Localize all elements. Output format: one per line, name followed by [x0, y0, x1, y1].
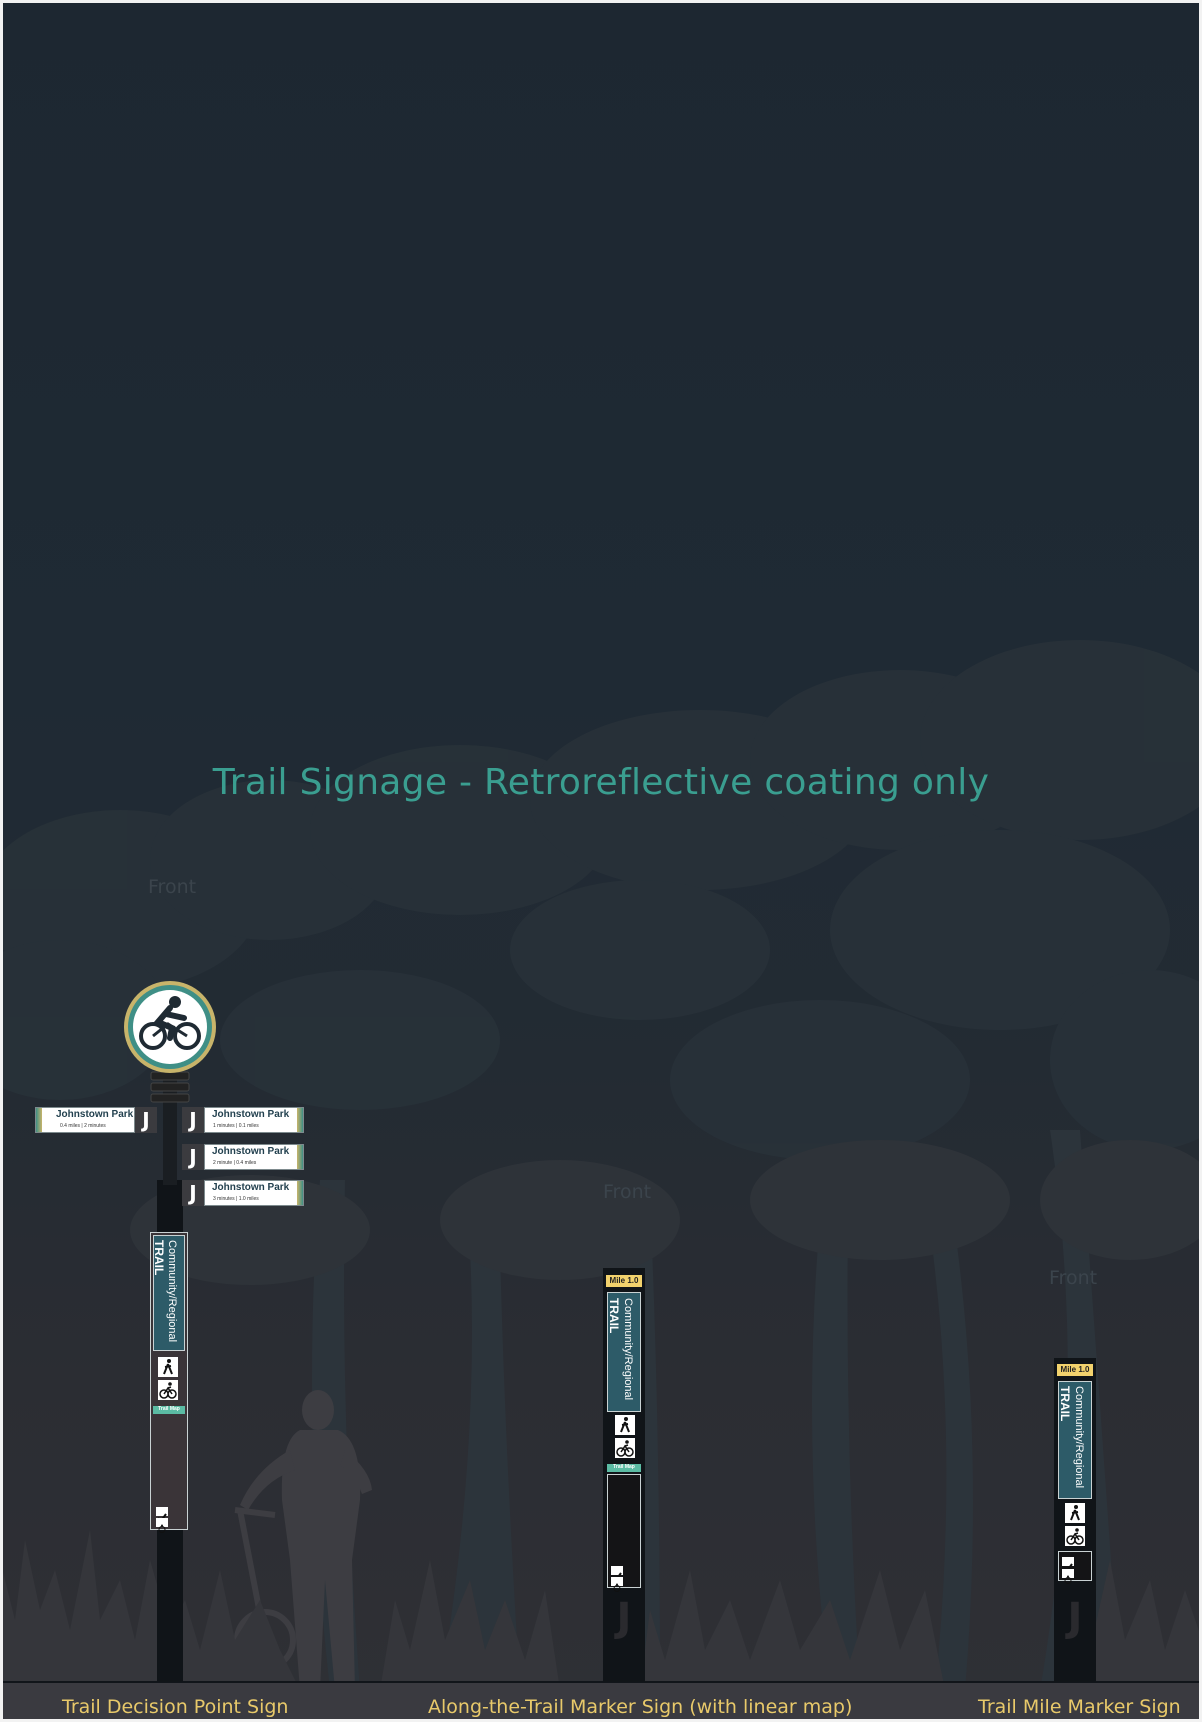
trail-map-label: Trail Map: [153, 1406, 185, 1414]
check-icon: [611, 1566, 623, 1582]
trail-name-panel: Community/Regional TRAIL: [152, 1235, 185, 1351]
blade-distance-time: 1 minutes | 0.1 miles: [213, 1123, 259, 1129]
linear-map-panel: [607, 1474, 641, 1592]
bicycle-icon: [1065, 1526, 1085, 1546]
caption-decision-point: Trail Decision Point Sign: [62, 1696, 289, 1718]
blade-distance-time: 0.4 miles | 2 minutes: [60, 1123, 106, 1129]
pedestrian-icon: [158, 1357, 178, 1377]
signage-board: Trail Signage - Retroreflective coating …: [0, 0, 1202, 1722]
blade-distance-time: 3 minutes | 1.0 miles: [213, 1196, 259, 1202]
wheelchair-icon: [611, 1577, 623, 1592]
blade-destination: Johnstown Park: [212, 1109, 290, 1120]
blade-letter: J: [182, 1107, 204, 1133]
trail-name-panel: Community/Regional TRAIL: [1058, 1381, 1092, 1499]
pedestrian-icon: [615, 1415, 635, 1435]
direction-blade: Johnstown Park 3 minutes | 1.0 miles: [204, 1180, 304, 1206]
direction-blade: Johnstown Park 1 minutes | 0.1 miles: [204, 1107, 304, 1133]
mile-tag: Mile 1.0: [606, 1275, 642, 1287]
decision-panel: Community/Regional TRAIL Trail Map: [150, 1232, 188, 1533]
trail-map-label: Trail Map: [607, 1464, 641, 1472]
blade-destination: Johnstown Park: [212, 1146, 290, 1157]
trail-name-panel: Community/Regional TRAIL: [607, 1292, 641, 1412]
blade-letter: J: [182, 1144, 204, 1170]
blade-destination: Johnstown Park: [56, 1109, 134, 1120]
check-icon: [156, 1507, 168, 1523]
direction-blade: Johnstown Park 2 minute | 0.4 miles: [204, 1144, 304, 1170]
post-letter: J: [1067, 1595, 1083, 1641]
direction-blade: Johnstown Park 0.4 miles | 2 minutes: [35, 1107, 135, 1133]
panel-line1: Community/Regional: [1073, 1386, 1085, 1489]
panel-line2: TRAIL: [152, 1240, 166, 1276]
bicycle-icon: [615, 1438, 635, 1458]
blade-distance-time: 2 minute | 0.4 miles: [213, 1160, 257, 1166]
caption-mile-marker: Trail Mile Marker Sign: [978, 1696, 1181, 1718]
panel-line1: Community/Regional: [622, 1298, 634, 1401]
bicycle-rider-icon: [124, 981, 216, 1073]
panel-line1: Community/Regional: [166, 1240, 178, 1343]
panel-line2: TRAIL: [607, 1298, 621, 1334]
wheelchair-icon: [156, 1518, 168, 1533]
post-letter: J: [616, 1595, 632, 1641]
blade-letter: J: [182, 1180, 204, 1206]
pedestrian-icon: [1065, 1503, 1085, 1523]
caption-along-trail: Along-the-Trail Marker Sign (with linear…: [428, 1696, 853, 1718]
blade-destination: Johnstown Park: [212, 1182, 290, 1193]
check-icon: [1062, 1557, 1074, 1573]
bicycle-icon: [158, 1380, 178, 1400]
blade-letter: J: [135, 1107, 157, 1133]
mile-tag: Mile 1.0: [1057, 1364, 1093, 1376]
amenity-panel: [1058, 1551, 1092, 1584]
panel-line2: TRAIL: [1058, 1386, 1072, 1422]
wheelchair-icon: [1062, 1569, 1074, 1584]
